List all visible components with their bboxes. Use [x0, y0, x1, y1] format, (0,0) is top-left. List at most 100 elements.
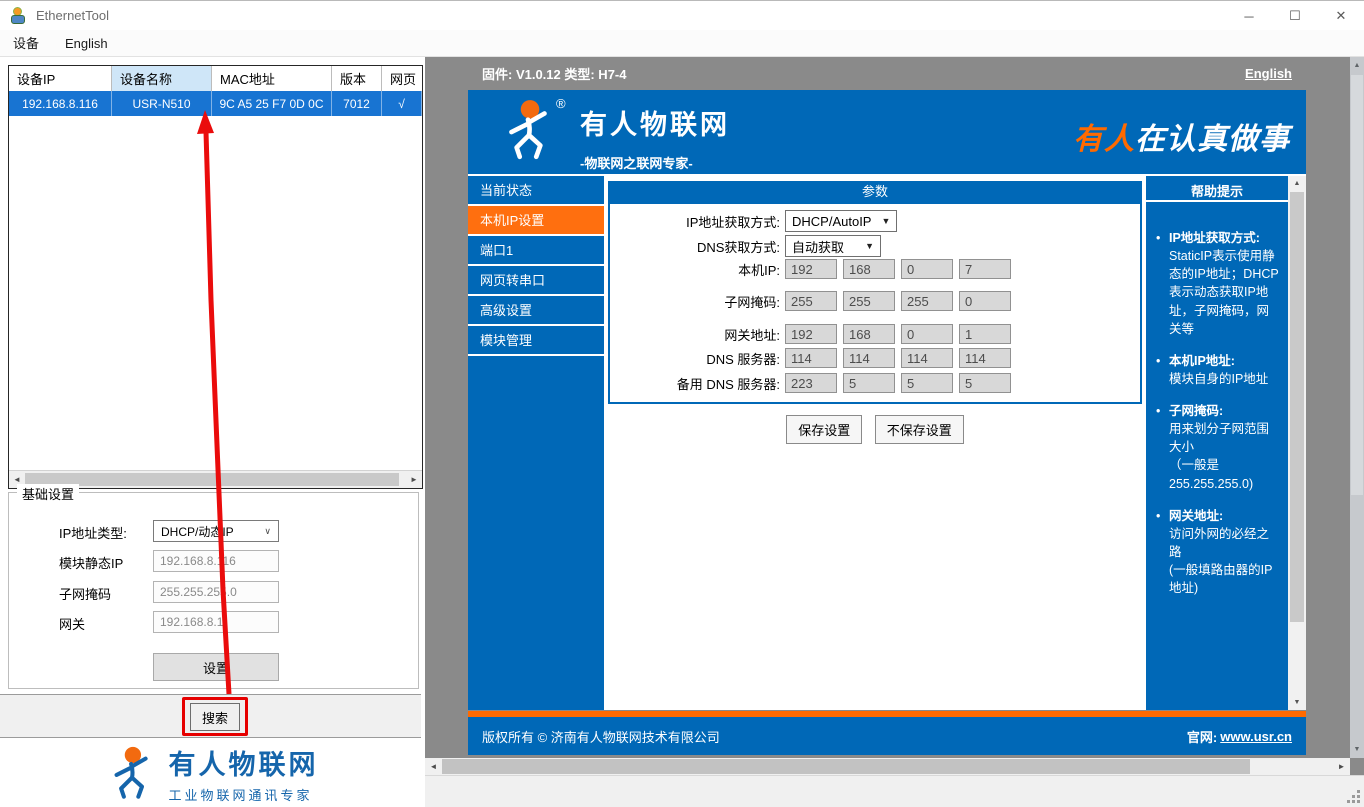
dns-mode-select[interactable]: 自动获取 ▼: [785, 235, 881, 257]
gateway-octet-3: [901, 324, 953, 344]
help-item: • 本机IP地址: 模块自身的IP地址: [1156, 352, 1280, 388]
column-header-web: 网页: [382, 66, 422, 91]
ip-mode-label: IP地址获取方式:: [610, 212, 785, 231]
scroll-down-icon[interactable]: ▼: [1288, 695, 1306, 710]
gateway-field: [153, 611, 279, 633]
scrollbar-thumb[interactable]: [1351, 75, 1363, 495]
groupbox-title: 基础设置: [17, 484, 79, 503]
title-bar: EthernetTool ─ ☐ ✕: [0, 0, 1364, 30]
column-header-mac: MAC地址: [212, 66, 332, 91]
local-ip-octet-3: [901, 259, 953, 279]
maximize-button[interactable]: ☐: [1272, 1, 1318, 31]
scroll-right-icon[interactable]: ►: [1333, 758, 1350, 775]
slogan-orange-part: 有人: [1073, 123, 1135, 156]
site-link[interactable]: www.usr.cn: [1220, 729, 1292, 744]
backup-dns-label: 备用 DNS 服务器:: [610, 374, 785, 393]
status-bar: [425, 775, 1364, 807]
dns-octet-3: [901, 348, 953, 368]
logo-title: 有人物联网: [169, 743, 319, 782]
nav-item-advanced-settings[interactable]: 高级设置: [468, 296, 604, 326]
device-table-header: 设备IP 设备名称 MAC地址 版本 网页: [9, 66, 422, 91]
dns-server-label: DNS 服务器:: [610, 349, 785, 368]
local-ip-label: 本机IP:: [610, 260, 785, 279]
scrollbar-thumb[interactable]: [25, 473, 399, 486]
help-item: • 网关地址: 访问外网的必经之路 (一般填路由器的IP地址): [1156, 507, 1280, 598]
help-desc: 模块自身的IP地址: [1169, 370, 1268, 388]
save-settings-button[interactable]: 保存设置: [786, 415, 862, 444]
gateway-label: 网关地址:: [610, 325, 785, 344]
nav-item-local-ip-settings[interactable]: 本机IP设置: [468, 206, 604, 236]
close-button[interactable]: ✕: [1318, 1, 1364, 31]
ip-type-combobox[interactable]: DHCP/动态IP ∨: [153, 520, 279, 542]
static-ip-field: [153, 550, 279, 572]
brand-title: 有人物联网: [580, 103, 730, 142]
resize-grip[interactable]: [1346, 789, 1360, 803]
english-link[interactable]: English: [1245, 66, 1292, 81]
brand-subtitle: -物联网之联网专家-: [580, 153, 730, 172]
help-term: 本机IP地址:: [1169, 354, 1235, 368]
subnet-octet-3: [901, 291, 953, 311]
nav-item-current-status[interactable]: 当前状态: [468, 176, 604, 206]
scrollbar-thumb[interactable]: [1290, 192, 1304, 622]
chevron-down-icon: ∨: [264, 526, 271, 537]
scrollbar-thumb[interactable]: [442, 759, 1250, 774]
gateway-octet-4: [959, 324, 1011, 344]
menu-bar: 设备 English: [0, 30, 1364, 57]
scroll-up-icon[interactable]: ▲: [1288, 176, 1306, 191]
usr-person-icon: [496, 98, 562, 164]
gateway-octet-2: [843, 324, 895, 344]
nav-item-web-to-serial[interactable]: 网页转串口: [468, 266, 604, 296]
search-button[interactable]: 搜索: [190, 703, 240, 731]
scroll-right-icon[interactable]: ►: [406, 471, 422, 488]
table-row[interactable]: 192.168.8.116 USR-N510 9C A5 25 F7 0D 0C…: [9, 91, 422, 116]
nav-item-module-management[interactable]: 模块管理: [468, 326, 604, 356]
table-empty-area: [9, 116, 422, 470]
page-header: ® 有人物联网 -物联网之联网专家- 有人在认真做事: [468, 90, 1306, 176]
minimize-button[interactable]: ─: [1226, 1, 1272, 31]
browser-vertical-scrollbar[interactable]: ▲ ▼: [1350, 57, 1364, 758]
params-section-title: 参数: [608, 181, 1142, 202]
help-desc: 用来划分子网范围大小 （一般是 255.255.255.0): [1169, 420, 1280, 493]
help-desc: StaticIP表示使用静态的IP地址；DHCP表示动态获取IP地址，子网掩码，…: [1169, 247, 1280, 338]
scroll-left-icon[interactable]: ◄: [425, 758, 442, 775]
backup-dns-octet-4: [959, 373, 1011, 393]
help-term: IP地址获取方式:: [1169, 231, 1260, 245]
page-vertical-scrollbar[interactable]: ▲ ▼: [1288, 176, 1306, 710]
set-button[interactable]: 设置: [153, 653, 279, 681]
local-ip-octet-1: [785, 259, 837, 279]
nav-item-port1[interactable]: 端口1: [468, 236, 604, 266]
logo-subtitle: 工业物联网通讯专家: [169, 785, 319, 804]
site-label: 官网:: [1187, 727, 1217, 746]
slogan-white-part: 在认真做事: [1135, 123, 1290, 156]
bullet-icon: •: [1156, 507, 1169, 598]
menu-item-english[interactable]: English: [52, 30, 121, 57]
select-arrow-icon: ▼: [881, 216, 890, 226]
bullet-icon: •: [1156, 402, 1169, 493]
web-page: 固件: V1.0.12 类型: H7-4 English ® 有人物联网 -物联…: [468, 60, 1306, 755]
help-item: • 子网掩码: 用来划分子网范围大小 （一般是 255.255.255.0): [1156, 402, 1280, 493]
device-mac-cell: 9C A5 25 F7 0D 0C: [212, 91, 332, 116]
help-title: 帮助提示: [1146, 181, 1288, 202]
static-ip-label: 模块静态IP: [59, 553, 123, 572]
backup-dns-octet-3: [901, 373, 953, 393]
scroll-down-icon[interactable]: ▼: [1350, 741, 1364, 758]
firmware-bar: 固件: V1.0.12 类型: H7-4 English: [468, 60, 1306, 87]
discard-settings-button[interactable]: 不保存设置: [875, 415, 964, 444]
page-footer: 版权所有 © 济南有人物联网技术有限公司 官网: www.usr.cn: [468, 717, 1306, 755]
dns-octet-2: [843, 348, 895, 368]
help-panel: 帮助提示 • IP地址获取方式: StaticIP表示使用静态的IP地址；DHC…: [1146, 176, 1288, 710]
settings-main: 参数 IP地址获取方式: DHCP/AutoIP ▼ DNS获取方式: 自动获取: [604, 176, 1146, 710]
nav-menu: 当前状态 本机IP设置 端口1 网页转串口 高级设置 模块管理: [468, 176, 604, 710]
web-view: 固件: V1.0.12 类型: H7-4 English ® 有人物联网 -物联…: [425, 57, 1364, 775]
backup-dns-octet-2: [843, 373, 895, 393]
scroll-up-icon[interactable]: ▲: [1350, 57, 1364, 74]
ip-mode-select[interactable]: DHCP/AutoIP ▼: [785, 210, 897, 232]
browser-horizontal-scrollbar[interactable]: ◄ ►: [425, 758, 1350, 775]
menu-item-device[interactable]: 设备: [0, 30, 52, 57]
page-content: 当前状态 本机IP设置 端口1 网页转串口 高级设置 模块管理 参数 IP地址获…: [468, 176, 1306, 710]
column-header-name: 设备名称: [112, 66, 212, 91]
gateway-octet-1: [785, 324, 837, 344]
column-header-version: 版本: [332, 66, 382, 91]
ip-type-value: DHCP/动态IP: [161, 523, 234, 540]
device-name-cell: USR-N510: [112, 91, 212, 116]
